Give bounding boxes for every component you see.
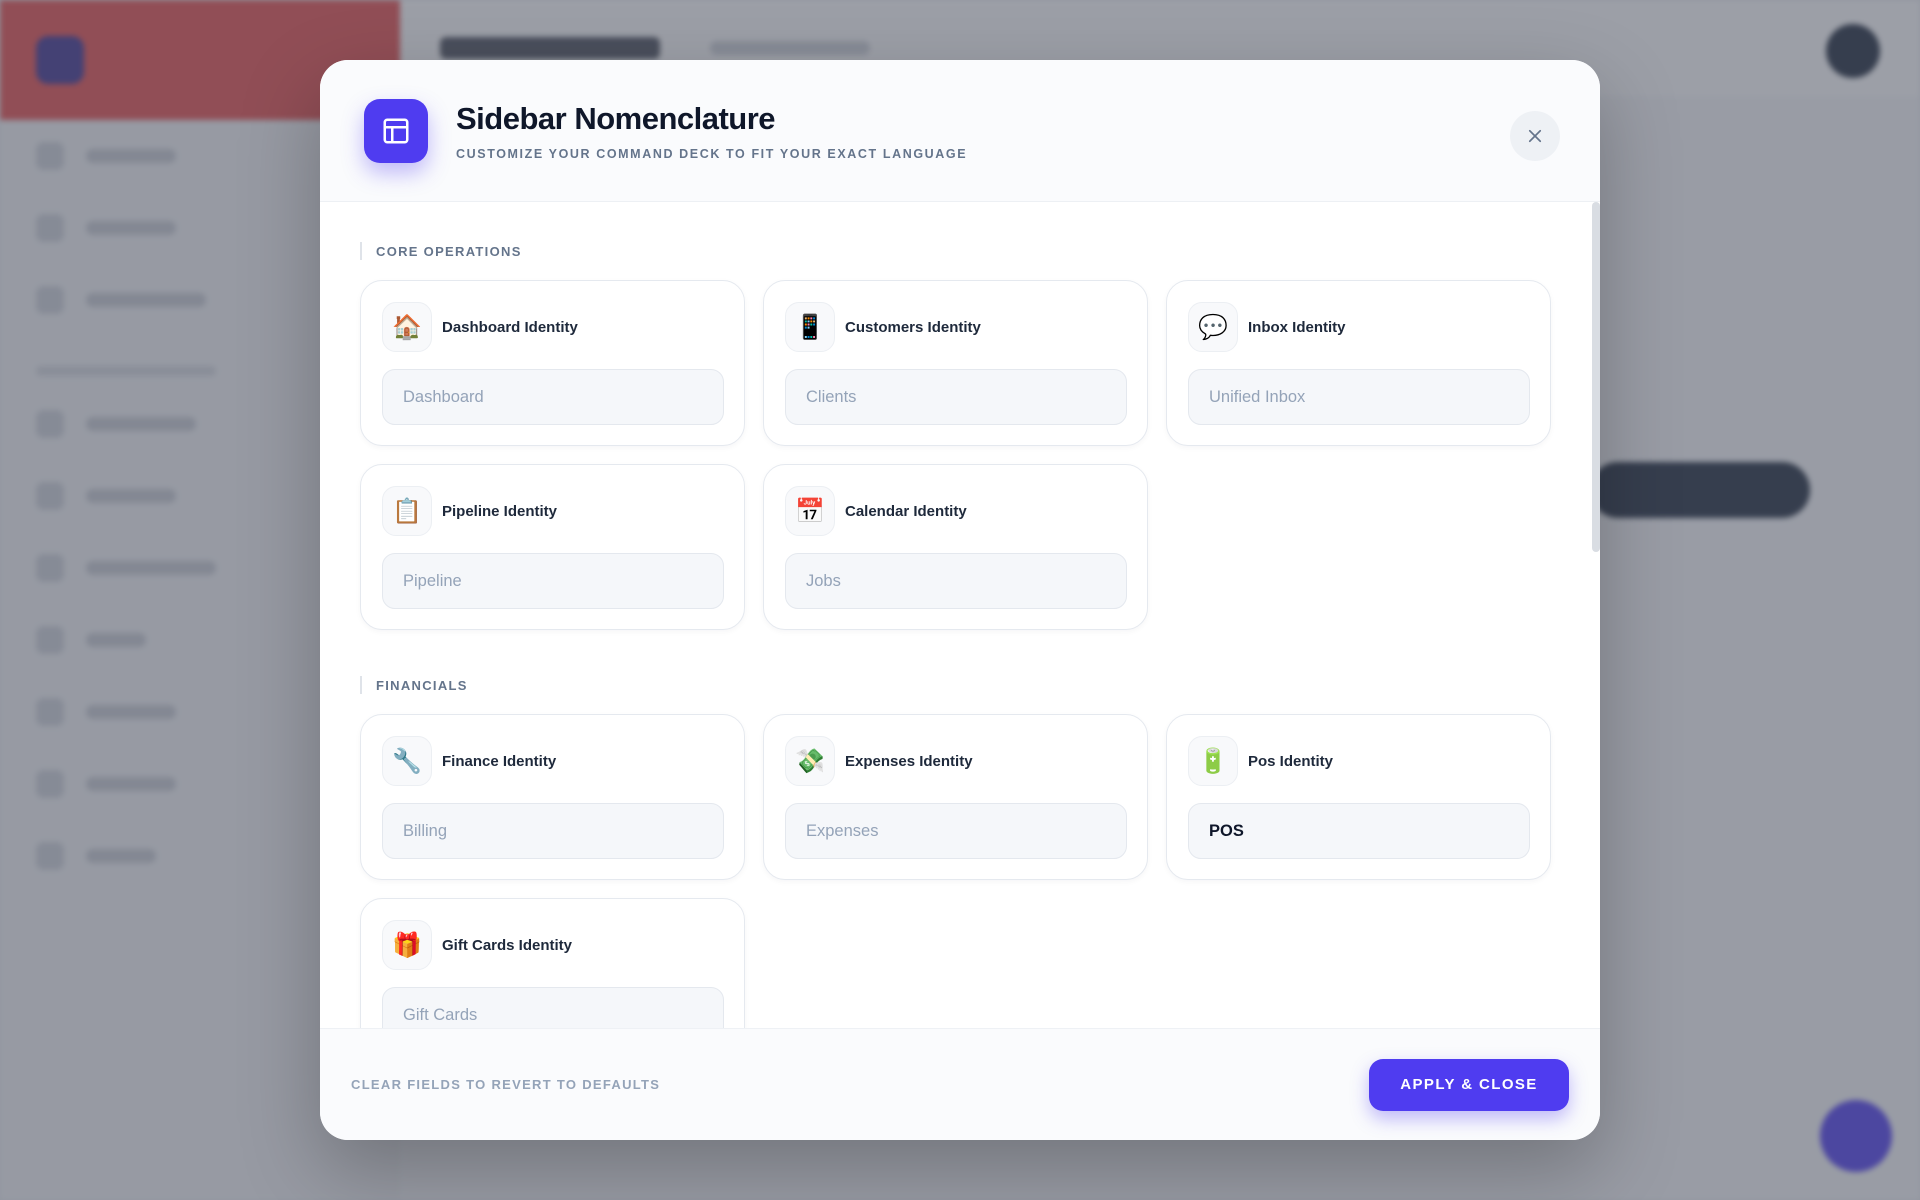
speech-bubble-icon: 💬	[1188, 302, 1238, 352]
card-expenses-identity: 💸 Expenses Identity	[763, 714, 1148, 880]
wrench-icon: 🔧	[382, 736, 432, 786]
close-icon	[1528, 129, 1542, 143]
house-icon: 🏠	[382, 302, 432, 352]
card-dashboard-identity: 🏠 Dashboard Identity	[360, 280, 745, 446]
apply-and-close-button[interactable]: Apply & Close	[1369, 1058, 1569, 1111]
card-calendar-identity: 📅 Calendar Identity	[763, 464, 1148, 630]
pos-identity-input[interactable]	[1188, 803, 1530, 859]
modal-body[interactable]: Core Operations 🏠 Dashboard Identity 📱 C…	[320, 202, 1600, 1030]
card-label: Pipeline Identity	[442, 502, 558, 520]
sidebar-nomenclature-modal: Sidebar Nomenclature Customize your comm…	[320, 60, 1600, 1140]
layout-icon	[364, 98, 428, 163]
scrollbar[interactable]	[1590, 202, 1600, 1030]
modal-title: Sidebar Nomenclature	[456, 100, 776, 136]
calendar-icon: 📅	[785, 486, 835, 536]
card-label: Expenses Identity	[845, 752, 973, 770]
gift-icon: 🎁	[382, 920, 432, 970]
phone-icon: 📱	[785, 302, 835, 352]
card-label: Gift Cards Identity	[442, 936, 573, 954]
gift-cards-identity-input[interactable]	[382, 987, 724, 1030]
section-label-core-operations: Core Operations	[360, 242, 1600, 260]
card-label: Finance Identity	[442, 752, 557, 770]
inbox-identity-input[interactable]	[1188, 369, 1530, 425]
cards-grid-financials: 🔧 Finance Identity 💸 Expenses Identity 🔋…	[360, 714, 1600, 1030]
battery-icon: 🔋	[1188, 736, 1238, 786]
expenses-identity-input[interactable]	[785, 803, 1127, 859]
scrollbar-thumb[interactable]	[1592, 202, 1600, 552]
card-gift-cards-identity: 🎁 Gift Cards Identity	[360, 898, 745, 1030]
dashboard-identity-input[interactable]	[382, 369, 724, 425]
modal-footer: Clear fields to revert to defaults Apply…	[320, 1028, 1600, 1140]
modal-subtitle: Customize your command deck to fit your …	[456, 146, 968, 161]
section-label-financials: Financials	[360, 676, 1600, 694]
card-customers-identity: 📱 Customers Identity	[763, 280, 1148, 446]
card-pipeline-identity: 📋 Pipeline Identity	[360, 464, 745, 630]
card-inbox-identity: 💬 Inbox Identity	[1166, 280, 1551, 446]
card-label: Inbox Identity	[1248, 318, 1346, 336]
card-label: Customers Identity	[845, 318, 981, 336]
modal-header: Sidebar Nomenclature Customize your comm…	[320, 60, 1600, 202]
customers-identity-input[interactable]	[785, 369, 1127, 425]
finance-identity-input[interactable]	[382, 803, 724, 859]
calendar-identity-input[interactable]	[785, 553, 1127, 609]
card-label: Calendar Identity	[845, 502, 967, 520]
footer-hint: Clear fields to revert to defaults	[351, 1077, 661, 1092]
close-button[interactable]	[1510, 111, 1560, 161]
clipboard-icon: 📋	[382, 486, 432, 536]
pipeline-identity-input[interactable]	[382, 553, 724, 609]
card-label: Pos Identity	[1248, 752, 1334, 770]
card-pos-identity: 🔋 Pos Identity	[1166, 714, 1551, 880]
card-finance-identity: 🔧 Finance Identity	[360, 714, 745, 880]
cards-grid-core-operations: 🏠 Dashboard Identity 📱 Customers Identit…	[360, 280, 1600, 630]
card-label: Dashboard Identity	[442, 318, 578, 336]
money-with-wings-icon: 💸	[785, 736, 835, 786]
